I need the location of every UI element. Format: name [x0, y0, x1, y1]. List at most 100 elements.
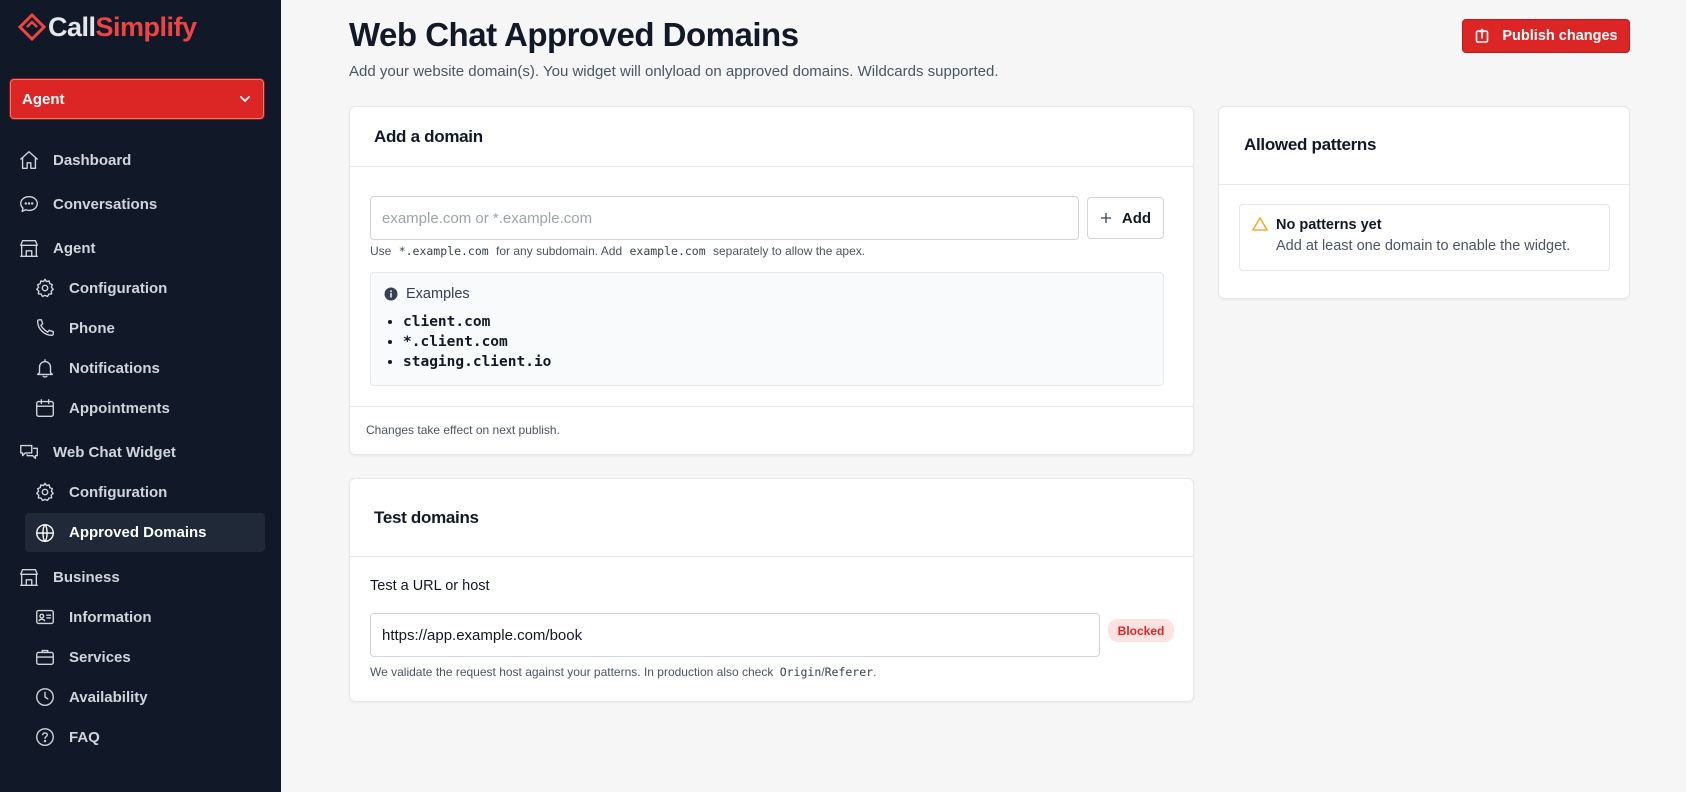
test-url-label: Test a URL or host	[370, 578, 490, 594]
main-content: Web Chat Approved Domains Add your websi…	[281, 0, 1686, 792]
sidebar-item-business[interactable]: Business	[18, 565, 120, 589]
home-icon	[18, 149, 40, 171]
add-domain-card: Add a domain example.com or *.example.co…	[349, 106, 1194, 455]
sidebar-item-label: Business	[53, 568, 120, 586]
test-note: We validate the request host against you…	[370, 665, 876, 679]
sidebar-item-label: Appointments	[69, 399, 170, 417]
page-title: Web Chat Approved Domains	[349, 16, 799, 53]
empty-state: No patterns yet Add at least one domain …	[1239, 204, 1610, 271]
sidebar-item-label: Dashboard	[53, 151, 132, 169]
publish-note: Changes take effect on next publish.	[366, 423, 560, 437]
status-badge: Blocked	[1108, 619, 1174, 642]
period: .	[873, 665, 877, 679]
storefront-icon	[18, 566, 40, 588]
allowed-patterns-card: Allowed patterns No patterns yet Add at …	[1218, 106, 1630, 299]
publish-changes-label: Publish changes	[1502, 28, 1618, 44]
bell-icon	[34, 357, 56, 379]
divider	[1219, 184, 1629, 185]
sidebar-item-appointments[interactable]: Appointments	[34, 396, 170, 420]
warning-icon	[1252, 217, 1268, 231]
logo[interactable]: CallSimplify	[17, 10, 197, 44]
hint-end: separately to allow the apex.	[713, 244, 866, 258]
divider	[350, 406, 1193, 407]
sidebar-item-phone[interactable]: Phone	[34, 316, 115, 340]
sidebar-item-label: Availability	[69, 688, 148, 706]
publish-changes-button[interactable]: Publish changes	[1462, 19, 1630, 53]
divider	[350, 166, 1193, 167]
logo-text-simplify: Simplify	[95, 11, 198, 42]
calendar-icon	[34, 397, 56, 419]
test-domains-card: Test domains Test a URL or host https://…	[349, 478, 1194, 702]
examples-heading: Examples	[384, 286, 470, 302]
sidebar-item-notifications[interactable]: Notifications	[34, 356, 160, 380]
add-domain-title: Add a domain	[374, 127, 483, 146]
sidebar-item-label: FAQ	[69, 728, 100, 746]
phone-icon	[34, 317, 56, 339]
page-subtitle: Add your website domain(s). You widget w…	[349, 63, 999, 80]
examples-box: Examples client.com *.client.com staging…	[370, 272, 1164, 386]
chat-bubbles-icon	[18, 441, 40, 463]
sidebar-item-availability[interactable]: Availability	[34, 685, 148, 709]
logo-mark-icon	[17, 12, 47, 42]
sidebar-item-label: Information	[69, 608, 152, 626]
sidebar-item-agent-configuration[interactable]: Configuration	[34, 276, 167, 300]
empty-state-description: Add at least one domain to enable the wi…	[1276, 238, 1571, 254]
examples-list: client.com *.client.com staging.client.i…	[403, 312, 551, 372]
hint-use: Use	[370, 244, 392, 258]
building-icon	[18, 237, 40, 259]
sidebar-item-label: Services	[69, 648, 131, 666]
test-domains-title: Test domains	[374, 508, 479, 527]
domain-input[interactable]: example.com or *.example.com	[370, 196, 1079, 240]
sidebar-item-dashboard[interactable]: Dashboard	[18, 148, 131, 172]
origin-code: Origin	[779, 665, 822, 679]
test-note-text: We validate the request host against you…	[370, 665, 774, 679]
gear-icon	[34, 481, 56, 503]
hint-apex-code: example.com	[629, 244, 706, 258]
sidebar: CallSimplify Agent Dashboard Conversatio…	[0, 0, 281, 792]
example-item: *.client.com	[403, 332, 551, 352]
empty-state-title: No patterns yet	[1276, 217, 1382, 233]
gear-icon	[34, 277, 56, 299]
domain-hint: Use *.example.com for any subdomain. Add…	[370, 244, 865, 258]
example-item: staging.client.io	[403, 352, 551, 372]
logo-text-call: Call	[48, 11, 96, 42]
sidebar-item-web-chat-widget[interactable]: Web Chat Widget	[18, 440, 176, 464]
add-domain-button[interactable]: Add	[1087, 197, 1164, 239]
sidebar-item-information[interactable]: Information	[34, 605, 152, 629]
allowed-patterns-title: Allowed patterns	[1244, 135, 1377, 154]
sidebar-item-agent[interactable]: Agent	[18, 236, 96, 260]
upload-icon	[1476, 28, 1489, 43]
plus-icon	[1100, 213, 1111, 223]
sidebar-item-approved-domains[interactable]: Approved Domains	[25, 513, 265, 552]
agent-select-value: Agent	[22, 90, 65, 108]
sidebar-item-label: Phone	[69, 319, 115, 337]
referer-code: Referer	[824, 665, 874, 679]
clock-icon	[34, 686, 56, 708]
sidebar-item-label: Web Chat Widget	[53, 443, 176, 461]
sidebar-item-widget-configuration[interactable]: Configuration	[34, 480, 167, 504]
logo-text: CallSimplify	[48, 12, 197, 43]
briefcase-icon	[34, 646, 56, 668]
divider	[350, 556, 1193, 557]
chevron-down-icon	[240, 96, 250, 102]
sidebar-item-services[interactable]: Services	[34, 645, 131, 669]
id-card-icon	[34, 606, 56, 628]
sidebar-item-faq[interactable]: FAQ	[34, 725, 100, 749]
globe-icon	[34, 522, 56, 544]
sidebar-item-label: Conversations	[53, 195, 158, 213]
sidebar-item-label: Approved Domains	[69, 524, 207, 541]
examples-title: Examples	[406, 286, 470, 302]
agent-select[interactable]: Agent	[10, 79, 264, 119]
example-item: client.com	[403, 312, 551, 332]
sidebar-item-conversations[interactable]: Conversations	[18, 192, 157, 216]
add-domain-label: Add	[1121, 209, 1152, 227]
sidebar-item-label: Configuration	[69, 483, 168, 501]
sidebar-item-label: Notifications	[69, 359, 160, 377]
hint-wildcard-code: *.example.com	[398, 244, 489, 258]
test-url-input[interactable]: https://app.example.com/book	[370, 613, 1100, 657]
hint-mid: for any subdomain. Add	[496, 244, 623, 258]
sidebar-item-label: Configuration	[69, 279, 168, 297]
question-circle-icon	[34, 726, 56, 748]
chat-bubble-icon	[18, 193, 40, 215]
info-icon	[384, 287, 398, 301]
